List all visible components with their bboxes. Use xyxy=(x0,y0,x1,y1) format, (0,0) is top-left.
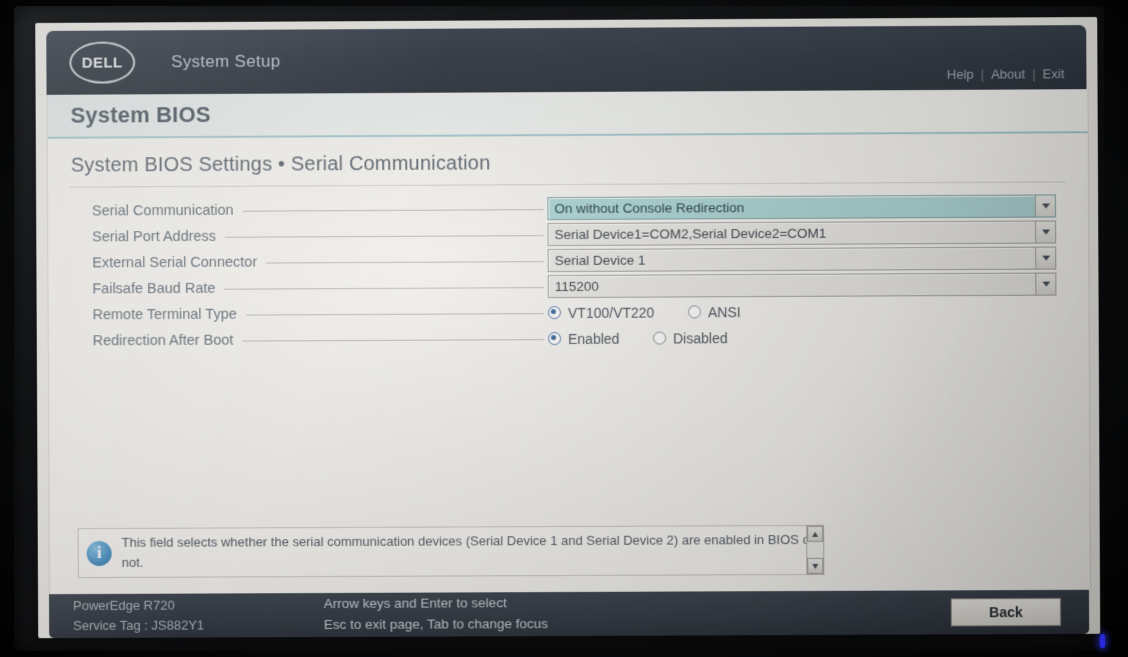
about-link[interactable]: About xyxy=(991,66,1025,81)
keyboard-hints: Arrow keys and Enter to select Esc to ex… xyxy=(324,593,548,636)
chevron-down-icon[interactable] xyxy=(1035,195,1055,216)
header-links: Help | About | Exit xyxy=(947,66,1065,82)
radio-dot-icon xyxy=(653,332,666,345)
help-scrollbar[interactable] xyxy=(806,525,824,575)
radio-label: ANSI xyxy=(708,304,741,320)
setting-row-serial-port-address: Serial Port Address Serial Device1=COM2,… xyxy=(70,219,1066,249)
monitor-screen: DELL System Setup Help | About | Exit Sy… xyxy=(35,17,1100,638)
radio-enabled[interactable]: Enabled xyxy=(548,330,653,347)
system-model: PowerEdge R720 xyxy=(73,595,204,616)
setting-label: External Serial Connector xyxy=(70,254,257,271)
radio-label: VT100/VT220 xyxy=(568,304,654,320)
service-tag: Service Tag : JS882Y1 xyxy=(73,616,204,637)
leader-line xyxy=(242,339,544,341)
setting-row-failsafe-baud-rate: Failsafe Baud Rate 115200 xyxy=(70,271,1066,301)
dropdown-value: Serial Device 1 xyxy=(549,248,1036,271)
setting-label: Remote Terminal Type xyxy=(71,306,237,323)
link-separator: | xyxy=(1032,66,1035,81)
dropdown-value: Serial Device1=COM2,Serial Device2=COM1 xyxy=(548,222,1035,246)
hint-line-1: Arrow keys and Enter to select xyxy=(324,593,548,615)
radio-label: Enabled xyxy=(568,330,619,346)
photo-background: DELL System Setup Help | About | Exit Sy… xyxy=(0,0,1128,657)
dell-logo-text: DELL xyxy=(82,54,123,71)
settings-list: Serial Communication On without Console … xyxy=(48,193,1089,353)
dropdown-serial-communication[interactable]: On without Console Redirection xyxy=(547,194,1056,220)
app-title: System Setup xyxy=(171,52,280,73)
setting-row-remote-terminal-type: Remote Terminal Type VT100/VT220 ANSI xyxy=(71,298,1067,328)
exit-link[interactable]: Exit xyxy=(1043,66,1065,81)
app-footer: PowerEdge R720 Service Tag : JS882Y1 Arr… xyxy=(49,590,1089,638)
dropdown-external-serial-connector[interactable]: Serial Device 1 xyxy=(548,247,1057,273)
setting-label: Serial Port Address xyxy=(70,228,216,245)
help-link[interactable]: Help xyxy=(947,67,974,82)
app-header: DELL System Setup Help | About | Exit xyxy=(46,25,1086,95)
chevron-down-icon[interactable] xyxy=(1035,248,1055,269)
radio-dot-icon xyxy=(688,305,701,318)
help-text: This field selects whether the serial co… xyxy=(122,530,824,573)
radio-vt100-vt220[interactable]: VT100/VT220 xyxy=(548,304,688,321)
chevron-down-icon[interactable] xyxy=(1035,221,1055,242)
leader-line xyxy=(225,235,544,238)
dropdown-serial-port-address[interactable]: Serial Device1=COM2,Serial Device2=COM1 xyxy=(547,220,1056,246)
help-panel: i This field selects whether the serial … xyxy=(78,525,825,578)
dropdown-value: On without Console Redirection xyxy=(548,196,1035,220)
setting-row-serial-communication: Serial Communication On without Console … xyxy=(70,193,1066,223)
dell-logo-icon: DELL xyxy=(69,41,135,83)
setting-label: Failsafe Baud Rate xyxy=(70,280,215,297)
setting-label: Serial Communication xyxy=(70,202,234,219)
hint-line-2: Esc to exit page, Tab to change focus xyxy=(324,614,548,636)
section-title: System BIOS Settings • Serial Communicat… xyxy=(71,149,1088,177)
leader-line xyxy=(246,313,544,315)
setting-row-external-serial-connector: External Serial Connector Serial Device … xyxy=(70,245,1066,275)
leader-line xyxy=(224,287,543,290)
setting-label: Redirection After Boot xyxy=(71,332,234,349)
dropdown-failsafe-baud-rate[interactable]: 115200 xyxy=(548,273,1057,299)
setting-row-redirection-after-boot: Redirection After Boot Enabled Disabled xyxy=(71,324,1067,354)
radio-group-redirection-after-boot: Enabled Disabled xyxy=(548,326,1067,350)
power-led-indicator xyxy=(1100,634,1105,648)
leader-line xyxy=(266,261,544,263)
radio-dot-icon xyxy=(548,306,561,319)
scroll-up-icon[interactable] xyxy=(807,526,823,542)
back-button[interactable]: Back xyxy=(951,598,1061,626)
radio-ansi[interactable]: ANSI xyxy=(688,304,741,320)
system-info: PowerEdge R720 Service Tag : JS882Y1 xyxy=(73,595,204,636)
info-icon: i xyxy=(87,540,112,565)
leader-line xyxy=(243,209,544,212)
chevron-down-icon[interactable] xyxy=(1035,274,1055,295)
page-body: System BIOS System BIOS Settings • Seria… xyxy=(47,89,1091,594)
bios-banner-title: System BIOS xyxy=(71,102,211,129)
dropdown-value: 115200 xyxy=(549,274,1036,297)
radio-label: Disabled xyxy=(673,330,728,346)
radio-dot-icon xyxy=(548,332,561,345)
section-divider xyxy=(70,181,1066,187)
scroll-down-icon[interactable] xyxy=(807,558,823,574)
link-separator: | xyxy=(981,67,984,82)
radio-group-remote-terminal-type: VT100/VT220 ANSI xyxy=(548,300,1067,324)
radio-disabled[interactable]: Disabled xyxy=(653,330,728,346)
bios-banner: System BIOS xyxy=(48,89,1088,139)
